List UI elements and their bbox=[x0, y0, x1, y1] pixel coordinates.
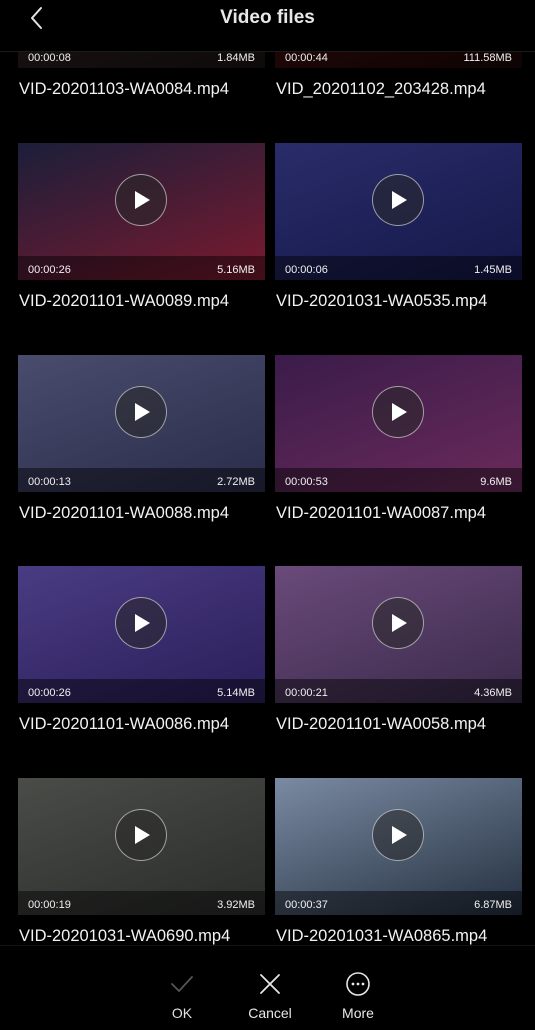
video-thumbnail: 00:00:37 6.87MB bbox=[275, 778, 522, 915]
more-icon bbox=[346, 972, 370, 996]
video-thumbnail: 00:00:26 5.14MB bbox=[18, 566, 265, 703]
video-filename: VID-20201031-WA0535.mp4 bbox=[276, 292, 488, 310]
bottom-action-bar: OK Cancel More bbox=[0, 945, 535, 1030]
more-label: More bbox=[342, 1005, 374, 1021]
header-divider bbox=[0, 51, 535, 52]
play-icon[interactable] bbox=[115, 597, 167, 649]
video-size: 2.72MB bbox=[217, 476, 255, 488]
video-thumbnail: 00:00:53 9.6MB bbox=[275, 355, 522, 492]
video-filename: VID-20201101-WA0089.mp4 bbox=[19, 292, 230, 310]
video-duration: 00:00:26 bbox=[28, 687, 71, 699]
ok-label: OK bbox=[171, 1005, 193, 1021]
video-size: 9.6MB bbox=[480, 476, 512, 488]
video-filename: VID-20201031-WA0690.mp4 bbox=[19, 927, 231, 945]
video-thumbnail: 00:00:06 1.45MB bbox=[275, 143, 522, 280]
video-filename: VID-20201101-WA0086.mp4 bbox=[19, 715, 230, 733]
video-size: 5.14MB bbox=[217, 687, 255, 699]
ok-button[interactable]: OK bbox=[137, 946, 227, 1030]
video-filename: VID-20201101-WA0058.mp4 bbox=[276, 715, 487, 733]
video-size: 111.58MB bbox=[463, 52, 512, 64]
video-duration: 00:00:53 bbox=[285, 476, 328, 488]
video-size: 3.92MB bbox=[217, 899, 255, 911]
video-thumbnail: 00:00:21 4.36MB bbox=[275, 566, 522, 703]
video-thumbnail: 00:00:26 5.16MB bbox=[18, 143, 265, 280]
video-thumbnail: 00:00:19 3.92MB bbox=[18, 778, 265, 915]
check-icon bbox=[171, 976, 193, 992]
video-duration: 00:00:44 bbox=[285, 52, 328, 64]
video-duration: 00:00:08 bbox=[28, 52, 71, 64]
more-button[interactable]: More bbox=[313, 946, 403, 1030]
video-size: 5.16MB bbox=[217, 264, 255, 276]
video-duration: 00:00:37 bbox=[285, 899, 328, 911]
play-icon[interactable] bbox=[115, 809, 167, 861]
play-icon[interactable] bbox=[372, 174, 424, 226]
page-title: Video files bbox=[220, 7, 315, 28]
close-icon bbox=[260, 974, 280, 994]
video-duration: 00:00:21 bbox=[285, 687, 328, 699]
cancel-button[interactable]: Cancel bbox=[225, 946, 315, 1030]
play-icon[interactable] bbox=[115, 174, 167, 226]
video-filename: VID-20201101-WA0088.mp4 bbox=[19, 504, 230, 522]
play-icon[interactable] bbox=[115, 386, 167, 438]
video-size: 4.36MB bbox=[474, 687, 512, 699]
play-icon[interactable] bbox=[372, 386, 424, 438]
play-icon[interactable] bbox=[372, 809, 424, 861]
video-filename: VID-20201031-WA0865.mp4 bbox=[276, 927, 488, 945]
video-duration: 00:00:26 bbox=[28, 264, 71, 276]
video-filename: VID_20201102_203428.mp4 bbox=[276, 80, 486, 98]
video-duration: 00:00:06 bbox=[285, 264, 328, 276]
video-grid: 00:00:08 1.84MB VID-20201103-WA0084.mp4 … bbox=[0, 0, 535, 945]
video-filename: VID-20201101-WA0087.mp4 bbox=[276, 504, 487, 522]
video-duration: 00:00:19 bbox=[28, 899, 71, 911]
play-icon[interactable] bbox=[372, 597, 424, 649]
cancel-label: Cancel bbox=[248, 1005, 292, 1021]
video-size: 1.45MB bbox=[474, 264, 512, 276]
app-header: Video files bbox=[0, 0, 535, 52]
video-size: 6.87MB bbox=[474, 899, 512, 911]
video-duration: 00:00:13 bbox=[28, 476, 71, 488]
video-thumbnail: 00:00:13 2.72MB bbox=[18, 355, 265, 492]
video-filename: VID-20201103-WA0084.mp4 bbox=[19, 80, 230, 98]
video-size: 1.84MB bbox=[217, 52, 255, 64]
